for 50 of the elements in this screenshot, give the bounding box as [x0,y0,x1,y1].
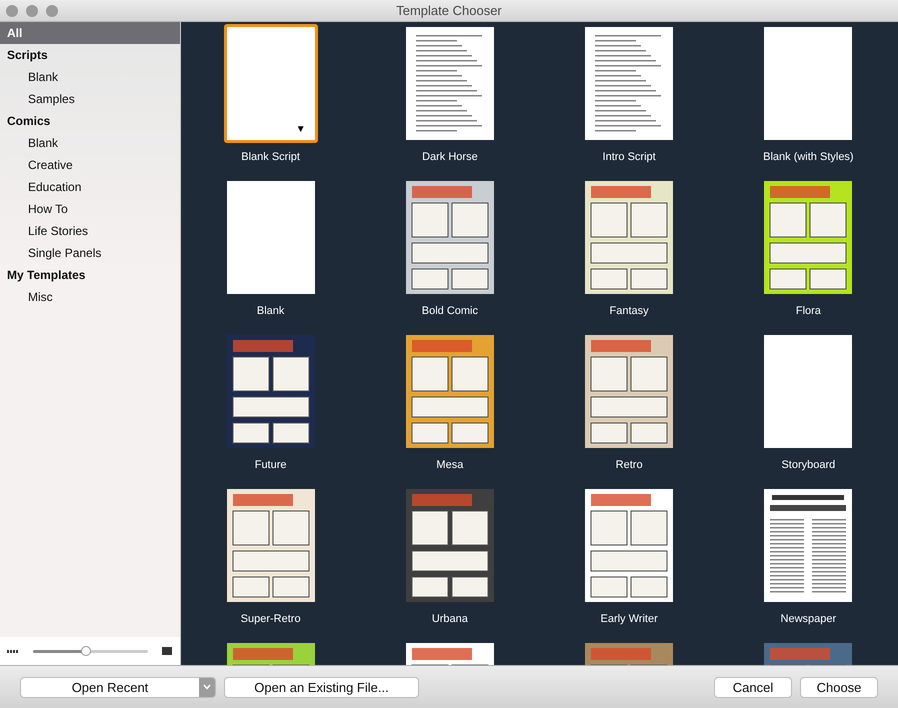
choose-button[interactable]: Choose [800,676,878,698]
template-thumbnail[interactable]: ▼ [224,24,318,143]
sidebar-item[interactable]: Education [0,176,180,198]
sidebar-group[interactable]: Comics [0,110,180,132]
large-thumbnail-icon[interactable] [162,647,172,655]
template-name: Blank [256,305,284,317]
template-name: Retro [616,459,643,471]
template-name: Intro Script [602,151,656,163]
sidebar-item[interactable]: Blank [0,132,180,154]
sidebar-item[interactable]: Life Stories [0,220,180,242]
small-grid-icon[interactable] [7,648,19,654]
open-existing-file-button[interactable]: Open an Existing File... [224,676,419,698]
cancel-button[interactable]: Cancel [714,676,792,698]
template-name: Storyboard [781,459,836,471]
template-name: Super-Retro [240,613,301,625]
sidebar-item[interactable]: Blank [0,66,180,88]
template-name: Future [254,459,287,471]
template-thumbnail[interactable] [406,181,494,294]
template-name: Flora [796,305,821,317]
template-name: Early Writer [600,613,658,625]
template-thumbnail[interactable] [226,489,315,602]
caret-icon[interactable]: ▼ [296,125,306,135]
template-name: Bold Comic [422,305,478,317]
chevron-down-icon [203,684,211,690]
sidebar-group[interactable]: All [0,22,180,44]
template-name: Mesa [436,459,464,471]
template-thumbnail[interactable] [406,489,494,602]
template-name: Blank Script [241,151,300,163]
minimize-button[interactable] [26,4,38,16]
sidebar-group[interactable]: My Templates [0,264,180,286]
template-name: Fantasy [610,305,649,317]
close-button[interactable] [6,4,18,16]
template-thumbnail[interactable] [406,335,494,448]
zoom-button[interactable] [46,4,58,16]
template-name: Blank (with Styles) [763,151,854,163]
template-thumbnail[interactable] [226,335,315,448]
sidebar-item[interactable]: Misc [0,286,180,308]
template-name: Urbana [432,613,468,625]
template-thumbnail[interactable] [585,335,674,448]
template-thumbnail[interactable] [764,181,852,294]
sidebar-group[interactable]: Scripts [0,44,180,66]
template-name: Newspaper [780,613,836,625]
window-title: Template Chooser [396,3,502,18]
template-thumbnail[interactable] [585,181,674,294]
sidebar-item[interactable]: Samples [0,88,180,110]
sidebar-item[interactable]: Creative [0,154,180,176]
template-name: Dark Horse [422,151,478,163]
open-recent-dropdown[interactable]: Open Recent [20,676,216,698]
sidebar-item[interactable]: Single Panels [0,242,180,264]
sidebar-item[interactable]: How To [0,198,180,220]
